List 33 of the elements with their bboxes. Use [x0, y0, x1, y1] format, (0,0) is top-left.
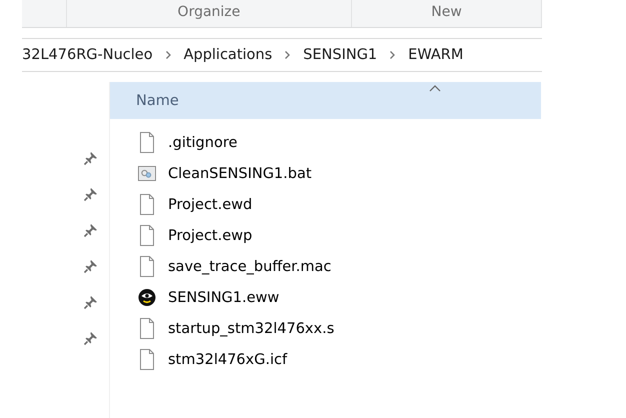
chevron-icon: [164, 50, 172, 60]
chevron-icon: [284, 50, 292, 60]
column-header-label: Name: [136, 92, 179, 108]
file-name[interactable]: startup_stm32l476xx.s: [168, 320, 334, 336]
chevron-icon: [389, 50, 396, 60]
pin-icon[interactable]: [82, 222, 98, 238]
eye-logo-icon: [138, 287, 156, 308]
file-icon: [138, 318, 156, 339]
file-icon: [138, 194, 156, 215]
file-name[interactable]: SENSING1.eww: [168, 290, 280, 306]
breadcrumb[interactable]: Applications: [184, 47, 272, 63]
file-name[interactable]: stm32l476xG.icf: [168, 352, 288, 368]
pin-icon[interactable]: [82, 186, 98, 202]
file-icon: [138, 132, 156, 153]
ribbon-group-label: New: [431, 4, 462, 20]
pin-icon[interactable]: [82, 294, 98, 310]
pin-icon[interactable]: [82, 258, 98, 274]
file-icon: [138, 225, 156, 246]
file-name[interactable]: save_trace_buffer.mac: [168, 258, 332, 274]
file-name[interactable]: CleanSENSING1.bat: [168, 166, 312, 182]
breadcrumb[interactable]: EWARM: [408, 47, 464, 63]
ribbon-group-label: Organize: [178, 4, 240, 20]
file-name[interactable]: Project.ewp: [168, 228, 252, 244]
breadcrumb[interactable]: SENSING1: [303, 47, 378, 63]
pin-icon[interactable]: [82, 330, 98, 346]
breadcrumb[interactable]: 32L476RG-Nucleo: [22, 47, 153, 63]
file-icon: [138, 256, 156, 277]
file-icon: [138, 349, 156, 370]
column-header[interactable]: Name: [110, 82, 541, 119]
pin-icon[interactable]: [82, 150, 98, 166]
file-name[interactable]: .gitignore: [168, 134, 238, 150]
file-name[interactable]: Project.ewd: [168, 196, 252, 212]
batch-file-icon: [138, 163, 156, 184]
